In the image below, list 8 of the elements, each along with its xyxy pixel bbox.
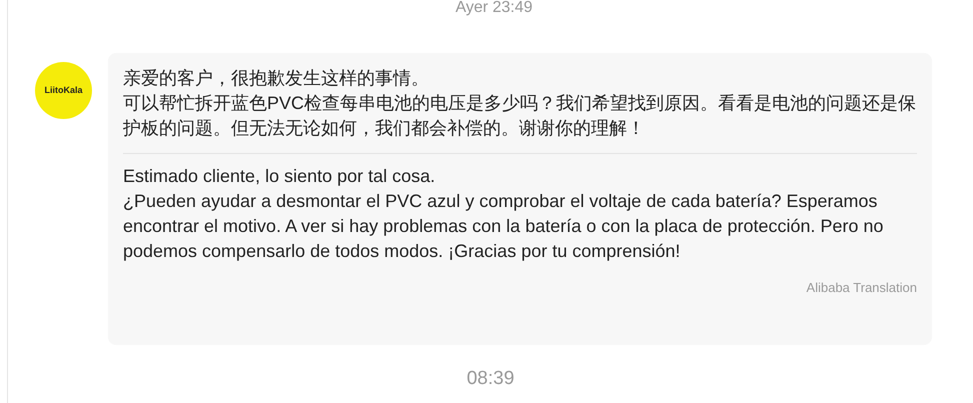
message-text: 可以帮忙拆开蓝色PVC检查每串电池的电压是多少吗？我们希望找到原因。看看是电池的问题还是保护板的问题。但无法无论如何，我们都会补偿的。谢谢你的理解！ xyxy=(123,92,917,140)
avatar-label: LiitoKala xyxy=(44,84,82,97)
message-text: 亲爱的客户，很抱歉发生这样的事情。 xyxy=(123,67,430,90)
translated-text: ¿Pueden ayudar a desmontar el PVC azul y comprobar el voltaje de cada batería? Esperamos encontrar el motivo. A ver si hay problemas con la batería o con la placa de protección. Pero no podemos compensarlo de todos modos. ¡Gracias por tu comprensión! xyxy=(123,190,884,263)
timestamp: Ayer 23:49 xyxy=(455,0,533,16)
timestamp: 08:39 xyxy=(466,367,514,391)
translation-source: Alibaba Translation xyxy=(806,279,917,297)
translated-text: Estimado cliente, lo siento por tal cosa. xyxy=(123,165,436,188)
